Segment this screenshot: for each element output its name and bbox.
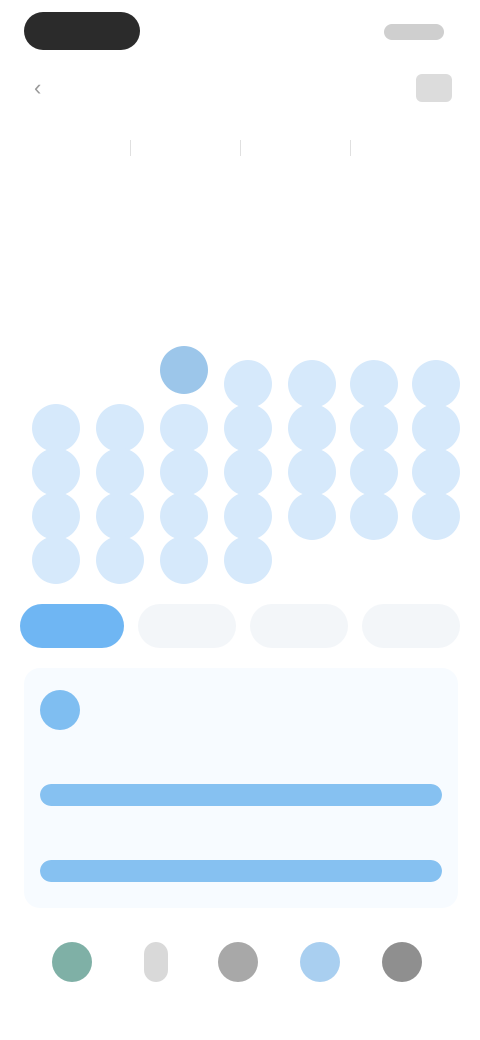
metric-fill [40,784,442,806]
person-icon [144,942,168,982]
nav-item-globe[interactable] [198,942,278,1022]
profile-icon [382,942,422,982]
page-title [150,72,330,102]
metric-fill [40,860,442,882]
tab-2[interactable] [130,128,240,168]
calendar-icon[interactable] [416,74,452,102]
tab-1[interactable] [20,128,130,168]
home-icon [52,942,92,982]
calendar-day[interactable] [32,536,80,584]
calendar-day[interactable] [412,448,460,496]
chip[interactable] [362,604,460,648]
bottom-nav [0,920,480,1040]
calendar-day[interactable] [224,448,272,496]
tab-4[interactable] [350,128,460,168]
metric-label [40,828,240,850]
filter-chips [20,604,480,648]
tab-bar [20,128,460,168]
status-icons [384,24,444,40]
calendar-day[interactable] [160,492,208,540]
chevron-left-icon[interactable]: ‹ [34,76,62,100]
metric-bar [40,784,442,806]
calendar-day[interactable] [96,492,144,540]
calendar-day[interactable] [288,404,336,452]
calendar-day[interactable] [412,404,460,452]
calendar-day[interactable] [350,360,398,408]
tab-3[interactable] [240,128,350,168]
calendar-day[interactable] [32,404,80,452]
calendar-day[interactable] [32,492,80,540]
chip[interactable] [250,604,348,648]
dynamic-island [24,12,140,50]
calendar-day-selected[interactable] [160,346,208,394]
calendar-day[interactable] [350,404,398,452]
calendar-day[interactable] [412,492,460,540]
section-title [22,250,142,290]
globe-icon [218,942,258,982]
nav-item-profile[interactable] [362,942,442,1022]
calendar-day[interactable] [96,536,144,584]
nav-item-home[interactable] [32,942,112,1022]
calendar-day[interactable] [224,404,272,452]
info-icon [40,690,80,730]
calendar-day[interactable] [350,448,398,496]
metric-bar [40,860,442,882]
calendar-day[interactable] [96,404,144,452]
sub-title [160,182,320,216]
status-bar [0,0,480,62]
info-card [24,668,458,908]
calendar-day[interactable] [350,492,398,540]
calendar-icon [300,942,340,982]
calendar-day[interactable] [224,492,272,540]
calendar-day[interactable] [288,492,336,540]
calendar-day[interactable] [160,536,208,584]
calendar-day[interactable] [412,360,460,408]
section-link[interactable] [392,250,462,280]
calendar-day[interactable] [288,360,336,408]
calendar-day[interactable] [288,448,336,496]
calendar-day[interactable] [96,448,144,496]
metric-label [40,752,240,774]
nav-item-calendar[interactable] [280,942,360,1022]
calendar-day[interactable] [160,404,208,452]
calendar-day[interactable] [224,536,272,584]
chip-active[interactable] [20,604,124,648]
calendar-day[interactable] [32,448,80,496]
card-text [96,688,416,732]
header: ‹ [0,62,480,114]
nav-item-person[interactable] [116,942,196,1022]
calendar-day[interactable] [160,448,208,496]
chip[interactable] [138,604,236,648]
calendar-day[interactable] [224,360,272,408]
calendar-grid [20,330,460,590]
